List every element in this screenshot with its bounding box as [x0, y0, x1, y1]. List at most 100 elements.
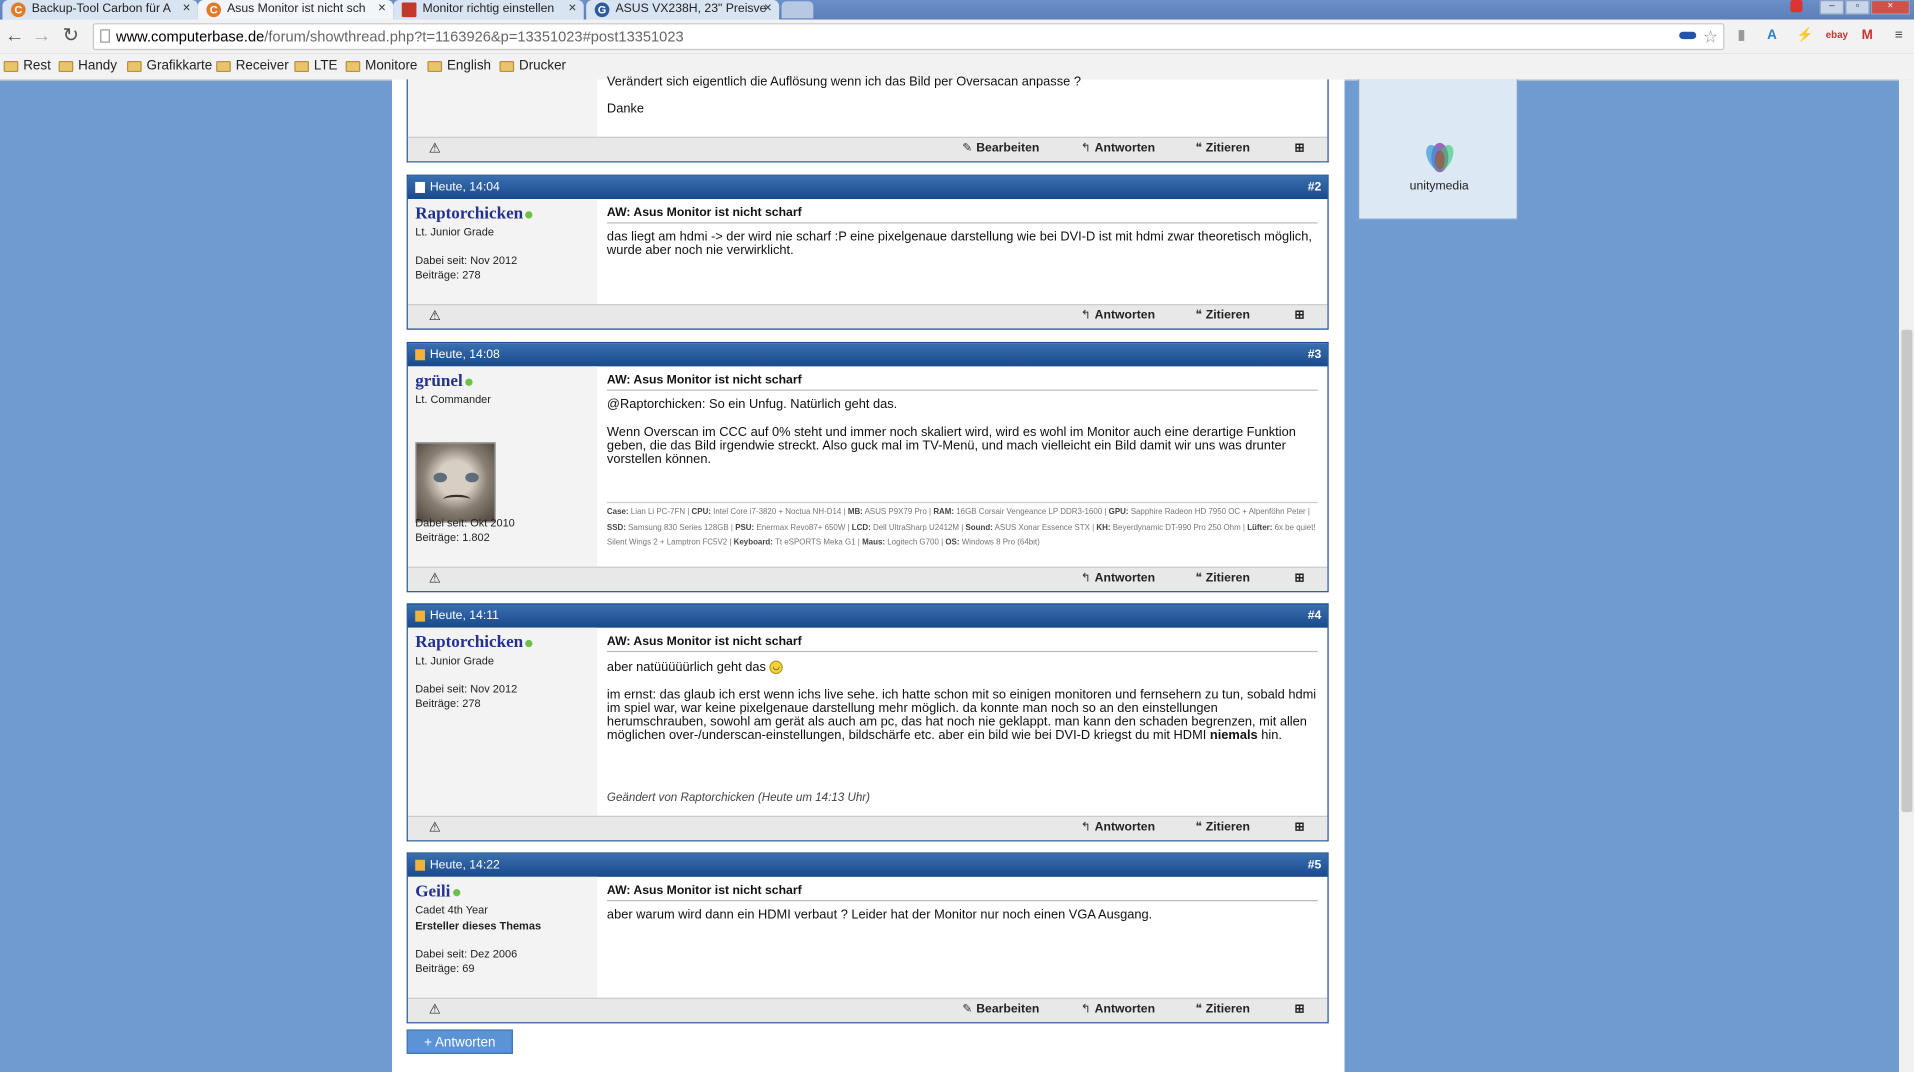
username-link[interactable]: Geili: [415, 883, 461, 903]
tab-backup-tool[interactable]: C Backup-Tool Carbon für A ×: [2, 0, 198, 20]
tab-asus-preisvergleich[interactable]: G ASUS VX238H, 23" Preisve ×: [586, 0, 780, 20]
computerbase-icon: C: [206, 2, 222, 18]
reply-button[interactable]: ↰ Antworten: [1081, 572, 1155, 587]
post-1-partial: ⚠ ✎ Bearbeiten ↰ Antworten ❝ Zitieren ⊞: [406, 79, 1329, 163]
unitymedia-ad[interactable]: unitymedia: [1357, 79, 1518, 220]
menu-icon[interactable]: ≡: [1889, 26, 1909, 46]
quote-button[interactable]: ❝ Zitieren: [1196, 309, 1250, 324]
edited-note: Geändert von Raptorchicken (Heute um 14:…: [606, 791, 871, 805]
report-icon[interactable]: ⚠: [427, 1003, 442, 1018]
thread-starter-badge: Ersteller dieses Themas: [415, 919, 542, 932]
bookmark-folder[interactable]: Receiver: [216, 56, 289, 76]
avatar[interactable]: [415, 442, 496, 523]
close-tab-icon[interactable]: ×: [183, 0, 191, 18]
bookmark-folder[interactable]: Drucker: [499, 56, 566, 76]
gmail-icon[interactable]: M: [1857, 26, 1877, 46]
bookmark-folder[interactable]: English: [427, 56, 491, 76]
username-link[interactable]: grünel: [415, 372, 473, 392]
bookmark-folder[interactable]: Rest: [3, 56, 51, 76]
quote-button[interactable]: ❝ Zitieren: [1196, 142, 1250, 157]
quote-icon: ❝: [1195, 571, 1203, 585]
new-tab-button[interactable]: [781, 1, 814, 19]
report-icon[interactable]: ⚠: [427, 572, 442, 587]
ad-brand-label: unitymedia: [1409, 179, 1469, 193]
report-icon[interactable]: ⚠: [427, 309, 442, 324]
edit-button[interactable]: ✎ Bearbeiten: [962, 142, 1039, 157]
forward-button[interactable]: →: [29, 24, 53, 48]
post-number[interactable]: #5: [1308, 854, 1322, 877]
post-number[interactable]: #3: [1308, 343, 1322, 366]
folder-icon: [294, 61, 309, 73]
report-icon[interactable]: ⚠: [427, 821, 442, 836]
post-footer: ⚠ ↰ Antworten ❝ Zitieren ⊞: [407, 815, 1328, 841]
user-profile-icon[interactable]: [1790, 0, 1803, 13]
folder-icon: [345, 61, 361, 73]
edit-button[interactable]: ✎ Bearbeiten: [962, 1003, 1039, 1018]
tab-asus-monitor[interactable]: C Asus Monitor ist nicht sch ×: [197, 0, 394, 20]
post-footer: ⚠ ↰ Antworten ❝ Zitieren ⊞: [407, 566, 1328, 592]
folder-icon: [427, 61, 443, 73]
user-rank: Lt. Junior Grade: [415, 654, 495, 667]
multiquote-icon[interactable]: ⊞: [1294, 309, 1304, 324]
bookmark-folder[interactable]: LTE: [294, 56, 337, 76]
close-tab-icon[interactable]: ×: [764, 0, 772, 18]
bookmark-folder[interactable]: Monitore: [345, 56, 417, 76]
page-scrollbar[interactable]: [1898, 79, 1914, 1072]
quote-button[interactable]: ❝ Zitieren: [1196, 572, 1250, 587]
username-link[interactable]: Raptorchicken: [415, 205, 533, 225]
username-link[interactable]: Raptorchicken: [415, 634, 533, 654]
close-tab-icon[interactable]: ×: [569, 0, 577, 18]
user-post-count: Beiträge: 278: [415, 697, 481, 710]
ebay-icon[interactable]: ebay: [1826, 26, 1848, 46]
user-joined: Dabei seit: Nov 2012: [415, 254, 518, 267]
bookmark-folder[interactable]: Handy: [58, 56, 117, 76]
address-bar[interactable]: www.computerbase.de/forum/showthread.php…: [92, 23, 1725, 51]
reply-thread-button[interactable]: + Antworten: [406, 1029, 513, 1054]
bookmark-folder[interactable]: Grafikkarte: [127, 56, 212, 76]
flash-icon[interactable]: ⚡: [1795, 26, 1815, 46]
maximize-button[interactable]: ▫: [1845, 0, 1870, 15]
online-status-icon: [525, 639, 533, 647]
reply-button[interactable]: ↰ Antworten: [1081, 821, 1155, 836]
folder-icon: [3, 61, 19, 73]
tab-monitor-einstellen[interactable]: Monitor richtig einstellen ×: [393, 0, 584, 20]
quote-button[interactable]: ❝ Zitieren: [1196, 1003, 1250, 1018]
report-icon[interactable]: ⚠: [427, 142, 442, 157]
extension-pill-icon[interactable]: [1679, 31, 1697, 40]
user-post-count: Beiträge: 278: [415, 268, 481, 281]
bookmark-star-icon[interactable]: ☆: [1703, 24, 1718, 48]
reply-button[interactable]: ↰ Antworten: [1081, 309, 1155, 324]
online-status-icon: [465, 378, 473, 386]
post-new-icon: [415, 610, 425, 622]
minimize-button[interactable]: –: [1819, 0, 1845, 15]
smiley-icon: ◡: [769, 660, 783, 675]
folder-icon: [499, 61, 515, 73]
close-window-button[interactable]: ×: [1870, 0, 1910, 15]
scrollbar-thumb[interactable]: [1901, 329, 1913, 813]
quote-button[interactable]: ❝ Zitieren: [1196, 821, 1250, 836]
post-title: AW: Asus Monitor ist nicht scharf: [606, 374, 1318, 391]
reply-icon: ↰: [1080, 1002, 1092, 1017]
post-3: Heute, 14:08 #3 grünel Lt. Commander Dab…: [406, 341, 1329, 593]
pencil-icon: ✎: [962, 1002, 973, 1017]
post-footer: ⚠ ✎ Bearbeiten ↰ Antworten ❝ Zitieren ⊞: [407, 997, 1328, 1023]
signal-icon[interactable]: ▮: [1732, 26, 1752, 46]
post-text: aber natüüüüürlich geht das ◡: [607, 660, 1318, 675]
post-5: Heute, 14:22 #5 Geili Cadet 4th Year Ers…: [406, 852, 1329, 1024]
reload-button[interactable]: ↻: [59, 24, 83, 48]
user-rank: Lt. Junior Grade: [415, 225, 495, 239]
multiquote-icon[interactable]: ⊞: [1294, 142, 1304, 157]
post-number[interactable]: #2: [1308, 176, 1322, 199]
back-button[interactable]: ←: [2, 24, 26, 48]
translate-icon[interactable]: A: [1762, 26, 1782, 46]
unitymedia-logo-icon: [1426, 142, 1454, 173]
multiquote-icon[interactable]: ⊞: [1294, 1003, 1304, 1018]
user-signature: Case: Lian Li PC-7FN | CPU: Intel Core i…: [606, 501, 1318, 551]
post-date: Heute, 14:08: [429, 348, 500, 362]
reply-button[interactable]: ↰ Antworten: [1081, 1003, 1155, 1018]
multiquote-icon[interactable]: ⊞: [1294, 821, 1304, 836]
close-tab-icon[interactable]: ×: [378, 0, 386, 18]
post-number[interactable]: #4: [1308, 604, 1322, 627]
reply-button[interactable]: ↰ Antworten: [1081, 142, 1155, 157]
multiquote-icon[interactable]: ⊞: [1294, 572, 1304, 587]
